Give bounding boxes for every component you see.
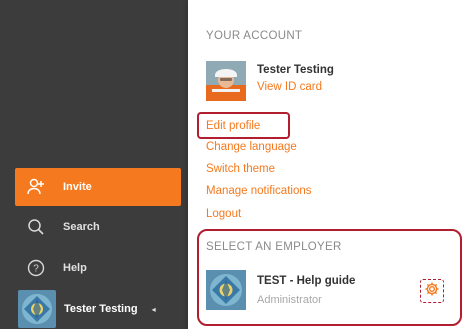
change-language-link[interactable]: Change language [206, 141, 297, 153]
help-label: Help [63, 262, 87, 274]
profile-name: Tester Testing [257, 64, 334, 76]
search-icon [25, 216, 47, 238]
employer-settings-button[interactable] [420, 279, 444, 303]
sidebar: Invite Search ? Help Tester Testing ◂ [0, 0, 188, 329]
gear-icon [424, 281, 440, 302]
invite-button[interactable]: Invite [15, 168, 181, 206]
manage-notifications-link[interactable]: Manage notifications [206, 185, 311, 197]
employer-logo [206, 270, 246, 310]
switch-theme-link[interactable]: Switch theme [206, 163, 275, 175]
employer-logo-avatar [18, 290, 56, 328]
select-employer-heading: SELECT AN EMPLOYER [206, 241, 342, 253]
search-button[interactable]: Search [15, 208, 181, 246]
your-account-heading: YOUR ACCOUNT [206, 30, 303, 42]
employer-role: Administrator [257, 294, 322, 306]
search-label: Search [63, 221, 100, 233]
sidebar-user-name: Tester Testing [64, 303, 138, 315]
edit-profile-link[interactable]: Edit profile [206, 120, 260, 132]
profile-photo [206, 61, 246, 101]
employer-name[interactable]: TEST - Help guide [257, 275, 355, 287]
account-panel: YOUR ACCOUNT Tester Testing View ID card… [188, 0, 463, 329]
help-icon: ? [25, 257, 47, 279]
help-button[interactable]: ? Help [15, 249, 181, 287]
invite-label: Invite [63, 181, 92, 193]
logout-link[interactable]: Logout [206, 208, 241, 220]
sidebar-user-menu[interactable]: Tester Testing ◂ [18, 289, 183, 329]
add-person-icon [25, 176, 47, 198]
caret-left-icon: ◂ [151, 304, 156, 314]
svg-text:?: ? [33, 264, 39, 275]
view-id-card-link[interactable]: View ID card [257, 81, 322, 93]
